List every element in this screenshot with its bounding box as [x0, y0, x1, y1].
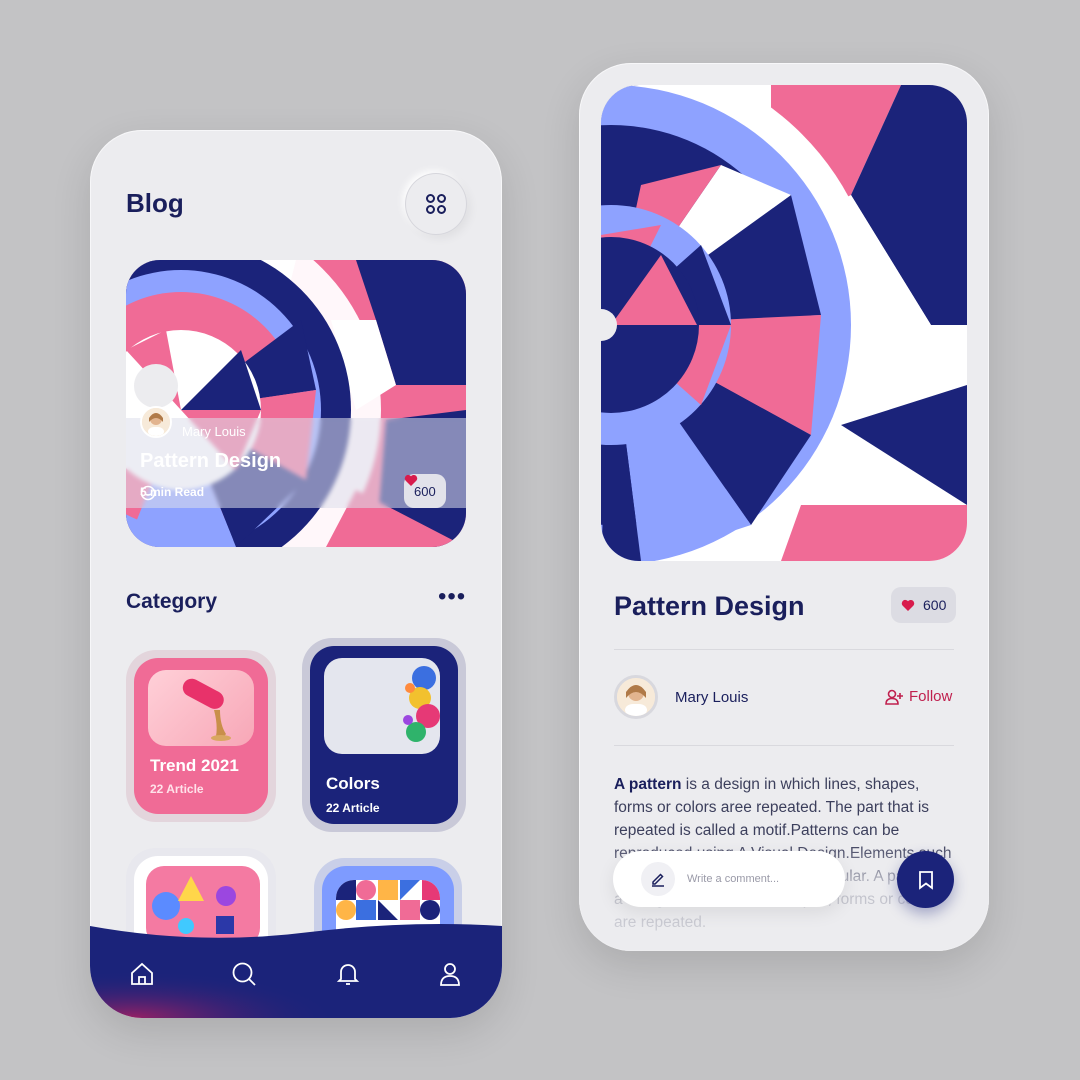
author-avatar[interactable] — [614, 675, 658, 719]
heart-icon — [901, 599, 915, 611]
post-title: Pattern Design — [140, 450, 282, 472]
home-icon[interactable] — [128, 960, 156, 988]
category-card-colors[interactable]: Colors 22 Article — [302, 638, 466, 832]
grid-menu-button[interactable] — [406, 174, 466, 234]
like-count: 600 — [923, 597, 947, 613]
comment-placeholder: Write a comment... — [687, 873, 780, 885]
bookmark-button[interactable] — [897, 851, 954, 908]
page-title: Blog — [126, 188, 184, 218]
pattern-illustration — [601, 85, 967, 561]
post-title: Pattern Design — [614, 591, 805, 621]
blog-screen: Blog Mary Louis Pattern Design 5 min Rea… — [90, 130, 502, 1018]
pen-icon — [641, 862, 675, 896]
category-title: Category — [126, 590, 218, 613]
popsicle-image — [148, 670, 254, 746]
post-detail-screen: Pattern Design 600 Mary Louis Follow A p… — [579, 63, 989, 951]
search-icon[interactable] — [230, 960, 258, 988]
divider — [614, 649, 954, 650]
author-avatar — [140, 406, 172, 438]
color-splash-image — [324, 658, 440, 754]
more-button[interactable]: ••• — [438, 585, 466, 609]
read-time: 5 min Read — [140, 485, 204, 501]
like-button[interactable]: 600 — [404, 474, 446, 508]
post-body-lead: A pattern — [614, 776, 682, 793]
user-icon[interactable] — [436, 960, 464, 988]
follow-label: Follow — [909, 688, 953, 705]
author-name: Mary Louis — [182, 424, 246, 439]
comment-input[interactable]: Write a comment... — [613, 851, 845, 907]
bookmark-icon — [918, 870, 933, 890]
user-plus-icon — [885, 689, 903, 705]
category-name: Trend 2021 — [150, 756, 239, 775]
post-cover-image — [601, 85, 967, 561]
featured-post-card[interactable]: Mary Louis Pattern Design 5 min Read 600 — [126, 260, 466, 547]
author-name: Mary Louis — [675, 689, 749, 706]
bell-icon[interactable] — [334, 960, 362, 988]
category-card-trend[interactable]: Trend 2021 22 Article — [126, 650, 276, 822]
divider — [614, 745, 954, 746]
category-count: 22 Article — [150, 782, 204, 796]
follow-button[interactable]: Follow — [885, 688, 952, 705]
grid-icon — [426, 194, 446, 214]
category-name: Colors — [326, 774, 380, 793]
more-dots-icon: ••• — [438, 583, 467, 610]
clock-icon — [140, 485, 156, 501]
category-count: 22 Article — [326, 801, 380, 815]
like-button[interactable]: 600 — [891, 587, 957, 623]
heart-icon — [404, 474, 418, 486]
